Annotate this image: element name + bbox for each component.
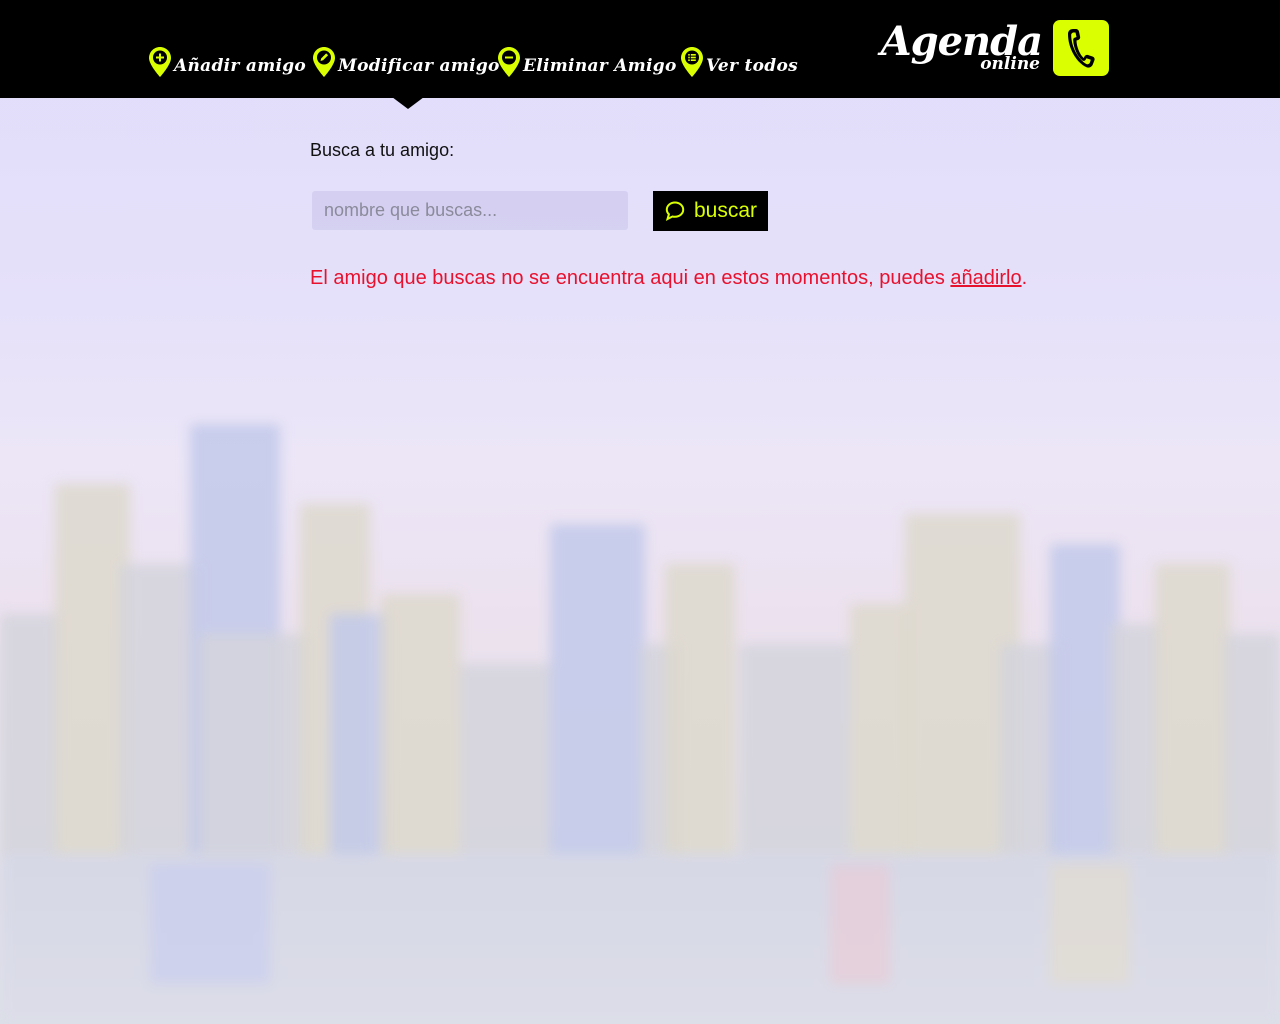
top-header: Añadir amigo Modificar amigo Eliminar Am… [0, 0, 1280, 98]
nav-item-remove-friend[interactable]: Eliminar Amigo [497, 44, 677, 78]
logo-subtitle: online [980, 54, 1040, 74]
add-friend-link[interactable]: añadirlo [950, 267, 1021, 289]
remove-pin-icon [498, 47, 520, 77]
search-button[interactable]: buscar [653, 191, 768, 231]
nav-item-view-all[interactable]: Ver todos [680, 44, 798, 78]
speech-bubble-icon [665, 201, 685, 221]
search-button-label: buscar [693, 199, 758, 222]
nav-label-view-all: Ver todos [706, 56, 799, 76]
not-found-text: El amigo que buscas no se encuentra aqui… [310, 267, 951, 289]
logo[interactable]: Agenda online [881, 18, 1043, 78]
nav-item-edit-friend[interactable]: Modificar amigo [312, 44, 500, 78]
nav-item-add-friend[interactable]: Añadir amigo [148, 44, 306, 78]
search-input[interactable] [312, 191, 628, 230]
phone-icon [1053, 20, 1109, 76]
nav-label-remove-friend: Eliminar Amigo [523, 56, 677, 76]
search-label: Busca a tu amigo: [310, 140, 455, 160]
edit-pin-icon [313, 47, 335, 77]
nav-label-edit-friend: Modificar amigo [338, 56, 500, 76]
list-pin-icon [681, 47, 703, 77]
add-pin-icon [149, 47, 171, 77]
not-found-message: El amigo que buscas no se encuentra aqui… [310, 267, 1027, 290]
message-suffix: . [1021, 267, 1028, 289]
background-skyline [0, 0, 1280, 1024]
nav-label-add-friend: Añadir amigo [174, 56, 307, 76]
active-nav-pointer [392, 97, 424, 109]
